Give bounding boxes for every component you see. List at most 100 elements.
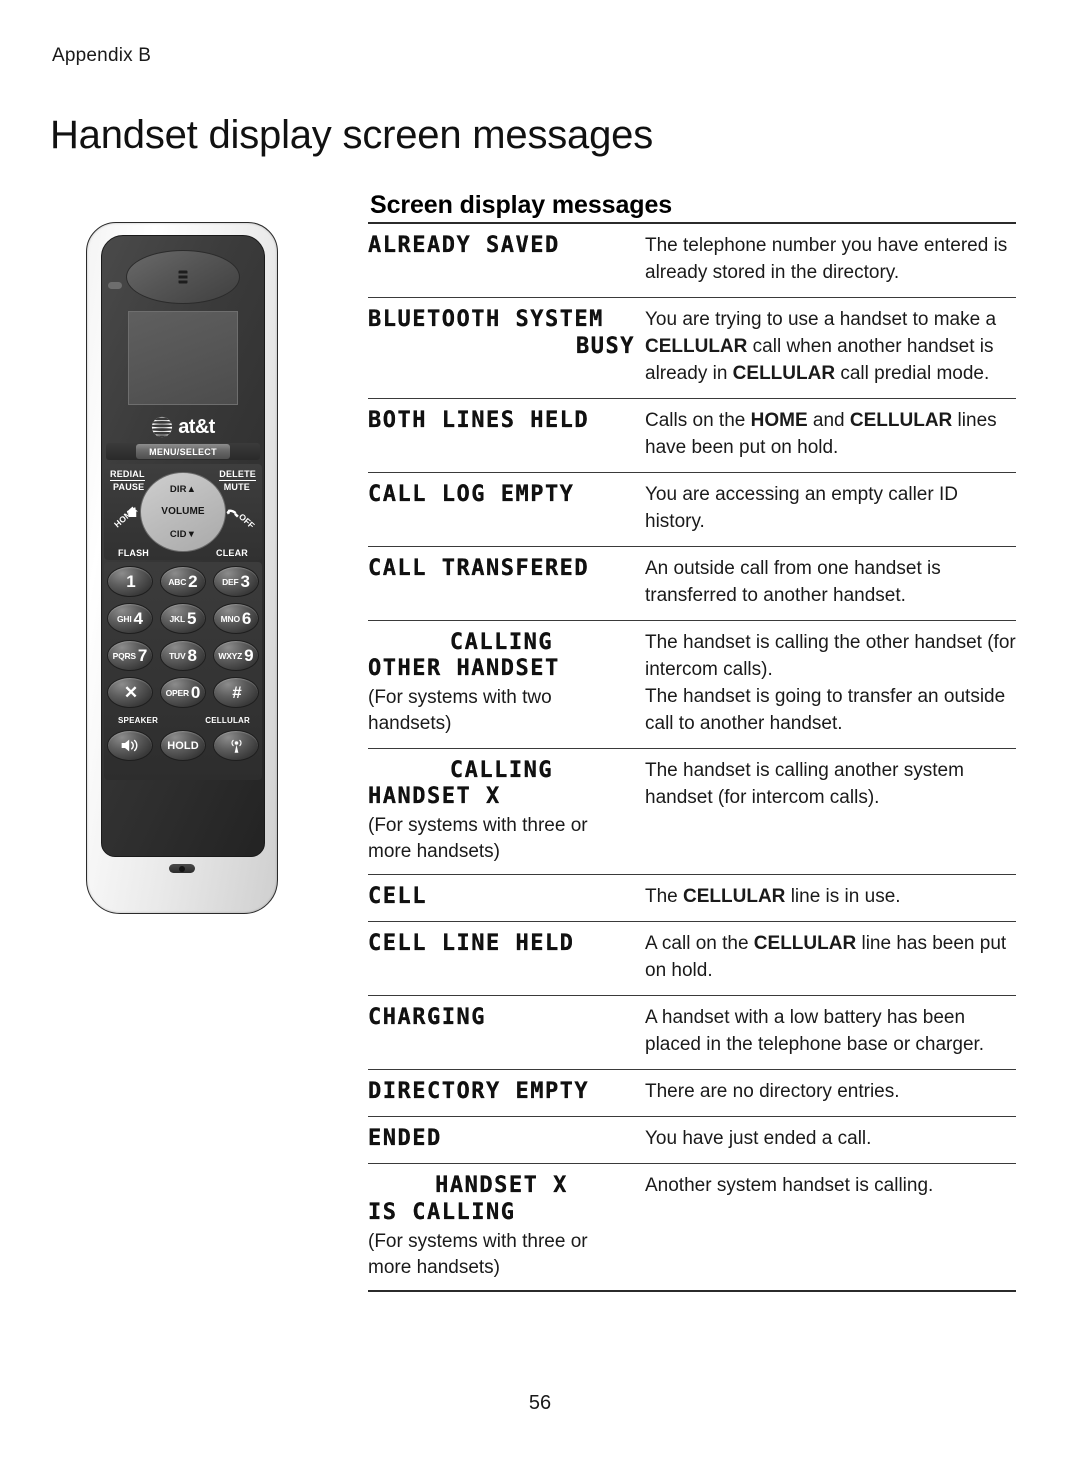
key-digit: 6	[241, 609, 252, 628]
message-code: CELL	[368, 884, 427, 910]
key-alpha: DEF	[222, 576, 239, 587]
message-code: CHARGING	[368, 1005, 486, 1031]
navigation-ring[interactable]: DIR▲ VOLUME CID▼	[140, 472, 226, 552]
speaker-button[interactable]	[107, 730, 153, 761]
table-rule	[368, 1290, 1016, 1293]
description-cell: The handset is calling another system ha…	[645, 759, 964, 808]
key-7[interactable]: PQRS 7	[107, 640, 153, 671]
speaker-label: SPEAKER	[118, 716, 159, 725]
description-cell: You are trying to use a handset to make …	[645, 308, 997, 384]
mute-label: MUTE	[223, 482, 250, 492]
flash-label: FLASH	[118, 548, 149, 558]
message-cell: CALLING OTHER HANDSET (For systems with tw…	[368, 630, 643, 737]
key-alpha: JKL	[169, 613, 186, 624]
speaker-icon	[121, 739, 138, 752]
message-cell: BOTH LINES HELD	[368, 408, 643, 435]
cellular-button[interactable]	[213, 730, 259, 761]
keypad-row: PQRS 7 TUV 8 WXYZ 9	[104, 640, 262, 673]
speaker-holes-icon	[178, 270, 188, 284]
key-pound[interactable]: #	[213, 677, 259, 708]
cid-down-label: CID▼	[169, 529, 197, 541]
message-code: CALL LOG EMPTY	[368, 481, 575, 507]
key-digit: 1	[126, 572, 136, 591]
message-code: CELL LINE HELD	[368, 931, 575, 957]
att-globe-icon	[152, 416, 173, 438]
table-row: CALLING HANDSET X (For systems with three …	[368, 749, 1016, 875]
att-logo: at&t	[102, 412, 264, 442]
handset-body: at&t MENU/SELECT REDIAL PAUSE DELETE MUT…	[86, 222, 278, 914]
key-alpha: MNO	[220, 613, 240, 624]
table-row: ALREADY SAVED The telephone number you ha…	[368, 224, 1016, 297]
key-digit: ✕	[123, 683, 139, 702]
key-digit: 0	[190, 683, 201, 702]
description-cell: You are accessing an empty caller ID his…	[645, 483, 958, 532]
key-digit: 8	[187, 646, 197, 665]
key-0[interactable]: OPER 0	[160, 677, 206, 708]
key-alpha: WXYZ	[218, 650, 243, 661]
keypad-row: GHI 4 JKL 5 MNO 6	[104, 603, 262, 636]
key-3[interactable]: DEF 3	[213, 566, 259, 597]
screen-messages-table: ALREADY SAVED The telephone number you ha…	[368, 222, 1016, 1293]
message-note: (For systems with two handsets)	[368, 687, 552, 734]
message-code: DIRECTORY EMPTY	[368, 1079, 590, 1105]
key-9[interactable]: WXYZ 9	[213, 640, 259, 671]
message-note: (For systems with three or more handsets…	[368, 1230, 588, 1278]
section-heading: Screen display messages	[370, 190, 673, 219]
key-4[interactable]: GHI 4	[107, 603, 153, 634]
description-cell: Calls on the HOME and CELLULAR lines hav…	[645, 409, 997, 458]
appendix-label: Appendix B	[52, 45, 152, 66]
menu-select-bar: MENU/SELECT	[106, 443, 260, 460]
pause-label: PAUSE	[113, 482, 145, 492]
menu-select-button[interactable]: MENU/SELECT	[136, 444, 230, 459]
key-digit: 3	[240, 572, 250, 591]
key-2[interactable]: ABC 2	[160, 566, 206, 597]
microphone-slot	[169, 864, 195, 873]
message-cell: CELL LINE HELD	[368, 931, 643, 958]
message-code: BOTH LINES HELD	[368, 407, 590, 433]
redial-label: REDIAL	[110, 469, 145, 481]
keypad-row: ✕ OPER 0 #	[104, 677, 262, 710]
key-digit: 9	[244, 646, 254, 665]
message-cell: BLUETOOTH SYSTEM BUSY	[368, 307, 643, 361]
key-alpha: GHI	[117, 613, 132, 624]
key-star[interactable]: ✕	[107, 677, 153, 708]
message-cell: CALLING HANDSET X (For systems with three …	[368, 757, 643, 865]
table-row: CELL The CELLULAR line is in use.	[368, 875, 1016, 921]
table-row: BLUETOOTH SYSTEM BUSY You are trying to us…	[368, 298, 1016, 398]
message-code: CALLING	[449, 757, 554, 783]
description-cell: A call on the CELLULAR line has been put…	[645, 933, 1007, 982]
key-digit: 4	[133, 609, 143, 628]
keypad-row: 1 ABC 2 DEF 3	[104, 566, 262, 599]
key-6[interactable]: MNO 6	[213, 603, 259, 634]
description-cell: An outside call from one handset is tran…	[645, 557, 941, 606]
table-row: BOTH LINES HELD Calls on the HOME and CEL…	[368, 399, 1016, 472]
table-row: HANDSET X IS CALLING (For systems with thr…	[368, 1164, 1016, 1290]
key-alpha: ABC	[168, 576, 187, 587]
navigation-zone: REDIAL PAUSE DELETE MUTE HOME OFF FLASH …	[104, 464, 262, 560]
description-cell: A handset with a low battery has been pl…	[645, 1007, 985, 1056]
hold-button[interactable]: HOLD	[160, 730, 206, 761]
message-cell: CALL LOG EMPTY	[368, 482, 643, 509]
message-cell: ALREADY SAVED	[368, 233, 643, 260]
table-row: CALLING OTHER HANDSET (For systems with tw…	[368, 621, 1016, 748]
manual-page: Appendix B Handset display screen messag…	[0, 0, 1080, 1465]
key-5[interactable]: JKL 5	[160, 603, 206, 634]
handset-front-panel: at&t MENU/SELECT REDIAL PAUSE DELETE MUT…	[101, 235, 265, 857]
message-code: BUSY	[576, 333, 635, 359]
key-digit: #	[232, 683, 242, 702]
att-wordmark: at&t	[178, 416, 215, 438]
message-code: CALLING	[449, 629, 554, 655]
key-digit: 7	[137, 646, 148, 665]
key-8[interactable]: TUV 8	[160, 640, 206, 671]
key-1[interactable]: 1	[107, 566, 153, 597]
hold-label: HOLD	[167, 739, 199, 752]
message-code: HANDSET X	[435, 1173, 568, 1199]
handset-lcd-screen	[128, 311, 238, 405]
message-code: CALL TRANSFERED	[368, 555, 590, 581]
handset-illustration: at&t MENU/SELECT REDIAL PAUSE DELETE MUT…	[82, 222, 282, 922]
table-row: DIRECTORY EMPTY There are no directory en…	[368, 1070, 1016, 1116]
page-title: Handset display screen messages	[50, 112, 653, 157]
table-row: CALL LOG EMPTY You are accessing an empty…	[368, 473, 1016, 546]
volume-label: VOLUME	[161, 506, 205, 518]
description-cell: The telephone number you have entered is…	[645, 235, 1008, 283]
